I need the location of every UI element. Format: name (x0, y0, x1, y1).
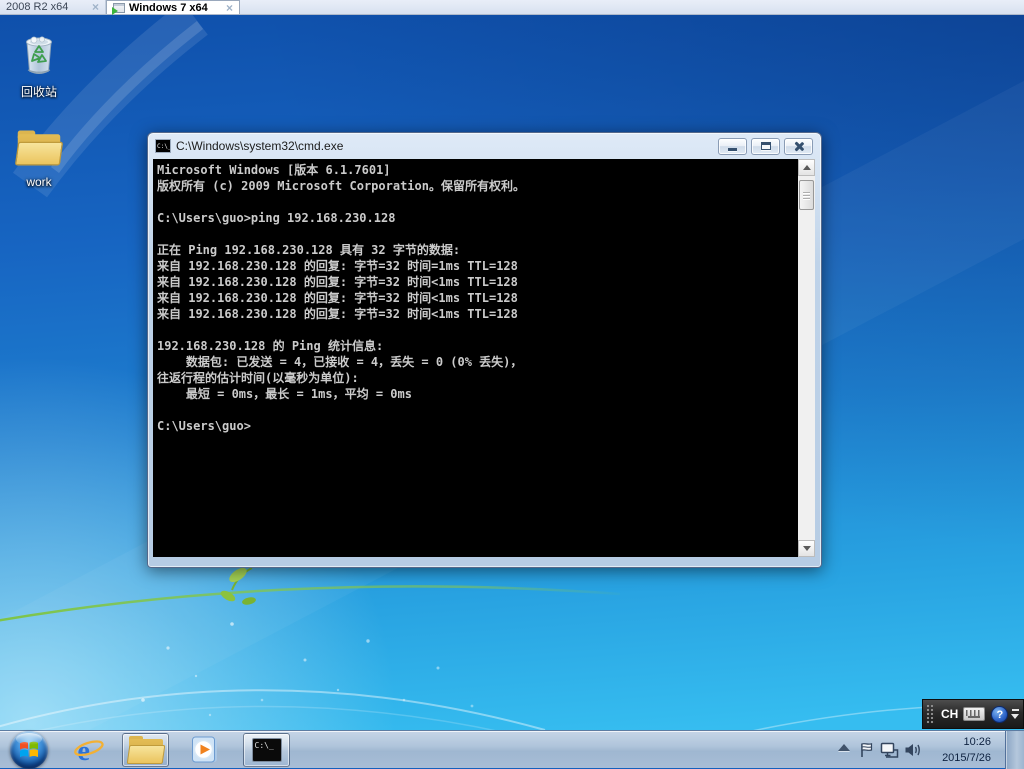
windows-flag-icon (17, 738, 41, 762)
vm-power-on-icon (113, 3, 125, 13)
folder-icon (17, 131, 62, 166)
minimize-icon[interactable] (1012, 709, 1019, 711)
keyboard-icon[interactable] (963, 707, 985, 721)
show-desktop-button[interactable] (1005, 731, 1024, 769)
language-bar-controls (1011, 709, 1019, 719)
caption-buttons (718, 138, 813, 155)
desktop-icon-recycle-bin[interactable]: 回收站 (8, 32, 70, 100)
taskbar-item-media-player[interactable] (188, 734, 220, 766)
folder-icon (128, 736, 164, 764)
arrow-up-icon (803, 165, 811, 170)
scroll-up-button[interactable] (798, 159, 815, 176)
window-title: C:\Windows\system32\cmd.exe (176, 139, 343, 153)
desktop-icon-label: 回收站 (8, 83, 70, 100)
volume-icon[interactable] (904, 742, 923, 758)
recycle-bin-icon (19, 32, 59, 76)
clock-date: 2015/7/26 (925, 750, 991, 766)
network-icon[interactable] (880, 742, 900, 759)
options-arrow-icon[interactable] (1011, 714, 1019, 719)
tab-windows-7-x64[interactable]: Windows 7 x64 × (106, 0, 240, 14)
close-icon[interactable]: × (226, 3, 233, 13)
screen: { "vm_tab_bar": { "tabs": [ { "label": "… (0, 0, 1024, 768)
internet-explorer-icon: e (72, 734, 104, 766)
tab-label: 2008 R2 x64 (6, 1, 68, 13)
cmd-icon: C:\_ (155, 139, 171, 153)
taskbar-item-explorer[interactable] (122, 733, 169, 767)
language-indicator[interactable]: CH (941, 707, 958, 721)
tab-2008-r2-x64[interactable]: 2008 R2 x64 × (0, 0, 106, 14)
desktop-icon-work[interactable]: work (8, 128, 70, 189)
vm-tab-bar: 2008 R2 x64 × Windows 7 x64 × (0, 0, 1024, 15)
minimize-button[interactable] (718, 138, 747, 155)
taskbar-item-cmd[interactable]: C:\_ (243, 733, 290, 767)
language-bar: CH ? (922, 699, 1024, 729)
desktop-icon-label: work (8, 175, 70, 189)
scroll-down-button[interactable] (798, 540, 815, 557)
arrow-down-icon (803, 546, 811, 551)
media-player-icon (189, 735, 219, 765)
scroll-track[interactable] (798, 210, 815, 540)
close-icon (793, 141, 804, 152)
maximize-icon (761, 142, 771, 150)
drag-grip-icon[interactable] (926, 704, 935, 724)
action-center-flag-icon[interactable] (858, 742, 875, 758)
tray-clock[interactable]: 10:26 2015/7/26 (925, 734, 991, 766)
cmd-icon: C:\_ (252, 738, 282, 762)
start-button[interactable] (10, 731, 48, 769)
svg-text:e: e (77, 736, 90, 766)
taskbar: e C:\_ 10:26 2015/7/26 (0, 730, 1024, 768)
minimize-icon (728, 148, 737, 151)
clock-time: 10:26 (925, 734, 991, 750)
scroll-thumb[interactable] (799, 180, 814, 210)
console-output[interactable]: Microsoft Windows [版本 6.1.7601] 版权所有 (c)… (153, 159, 798, 557)
cmd-window: C:\_ C:\Windows\system32\cmd.exe Microso… (147, 132, 822, 568)
console-client[interactable]: Microsoft Windows [版本 6.1.7601] 版权所有 (c)… (153, 159, 815, 557)
maximize-button[interactable] (751, 138, 780, 155)
close-icon[interactable]: × (92, 2, 99, 12)
taskbar-item-internet-explorer[interactable]: e (72, 734, 104, 766)
show-hidden-icons-button[interactable] (838, 744, 850, 751)
scrollbar[interactable] (798, 159, 815, 557)
cmd-titlebar[interactable]: C:\_ C:\Windows\system32\cmd.exe (148, 133, 821, 159)
help-icon[interactable]: ? (991, 706, 1008, 723)
tab-label: Windows 7 x64 (129, 2, 208, 14)
close-button[interactable] (784, 138, 813, 155)
